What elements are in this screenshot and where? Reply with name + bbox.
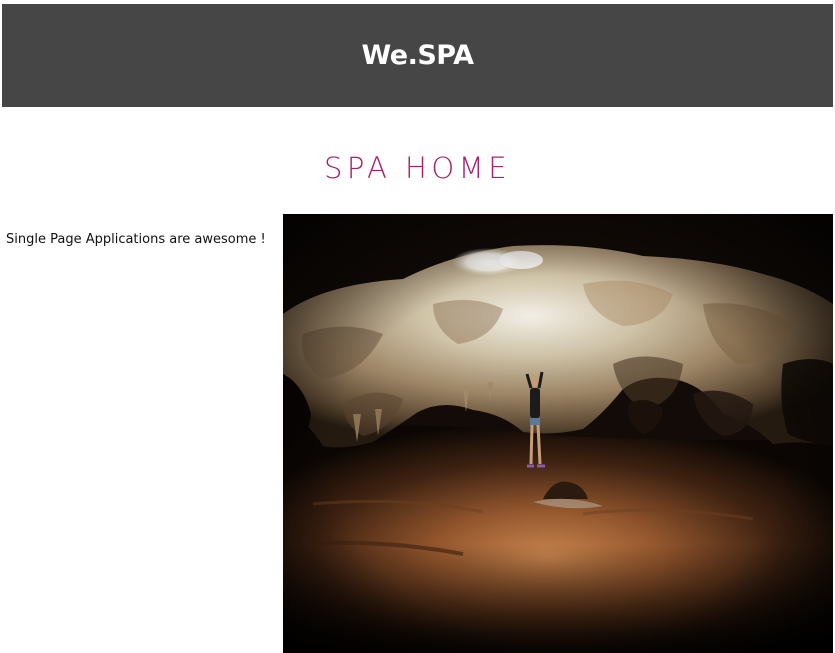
page: We.SPA SPA HOME Single Page Applications… <box>0 0 835 653</box>
brand-logo-link[interactable]: We.SPA <box>361 40 474 71</box>
hero-image <box>283 214 833 653</box>
intro-text: Single Page Applications are awesome ! <box>6 232 266 247</box>
site-header: We.SPA <box>2 4 833 107</box>
page-title: SPA HOME <box>323 151 512 185</box>
cave-photo <box>283 214 833 653</box>
